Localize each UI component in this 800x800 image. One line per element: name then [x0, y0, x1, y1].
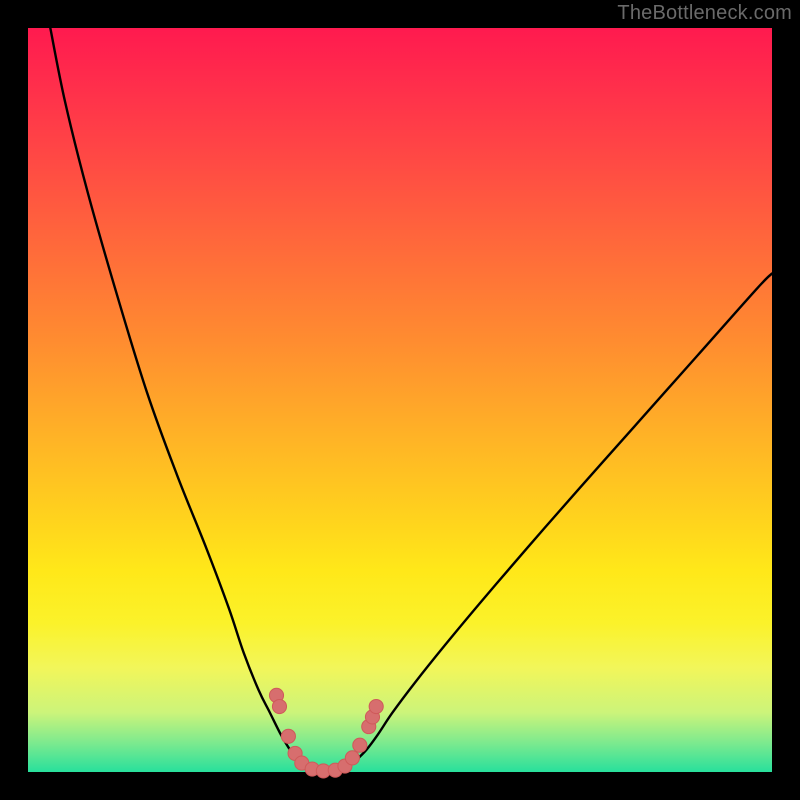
chart-frame: TheBottleneck.com — [0, 0, 800, 800]
trough-marker — [353, 738, 367, 752]
trough-marker-group — [269, 688, 383, 778]
trough-marker — [272, 699, 286, 713]
trough-marker — [345, 751, 359, 765]
v-curve — [50, 28, 772, 772]
chart-svg — [28, 28, 772, 772]
trough-marker — [369, 699, 383, 713]
trough-marker — [281, 729, 295, 743]
watermark-text: TheBottleneck.com — [617, 2, 792, 25]
chart-plot-area — [28, 28, 772, 772]
